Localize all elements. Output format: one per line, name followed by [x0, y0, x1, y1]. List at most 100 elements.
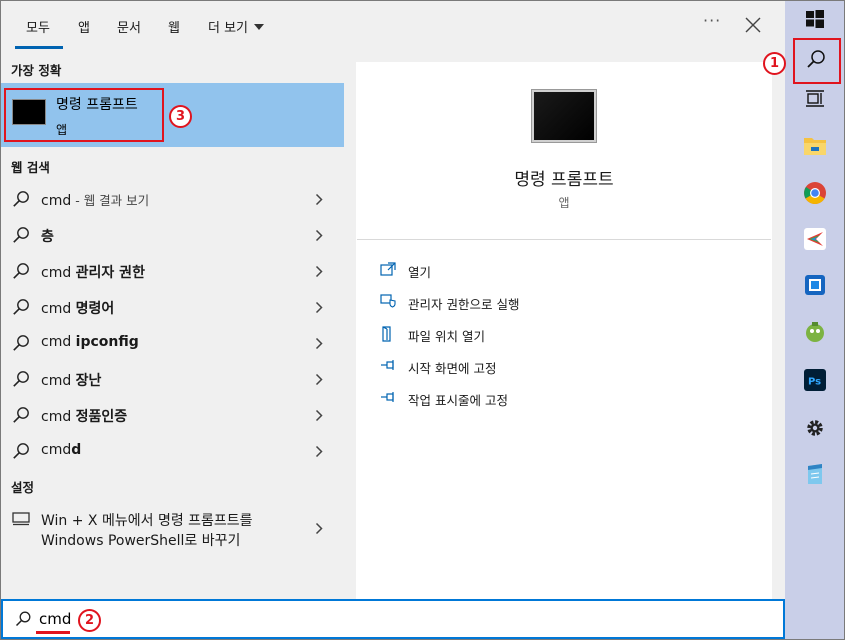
tab-all[interactable]: 모두: [26, 17, 50, 36]
search-icon: [13, 299, 29, 315]
pin-icon: [381, 360, 394, 370]
web-result-prefix: cmd: [41, 409, 76, 425]
action-open-label: 열기: [408, 265, 432, 280]
chevron-right-icon: [315, 522, 323, 535]
settings-header: 설정: [11, 480, 35, 495]
search-box[interactable]: [1, 599, 785, 639]
shield-icon: [380, 294, 396, 308]
settings-item-line2: Windows PowerShell로 바꾸기: [41, 533, 241, 549]
web-result-label: cmd 정품인증: [41, 406, 127, 426]
web-result-prefix: cmd: [41, 373, 76, 389]
tab-web[interactable]: 웹: [168, 17, 180, 36]
web-result-suffix: 층: [41, 229, 54, 245]
settings-item-line1: Win + X 메뉴에서 명령 프롬프트를: [41, 513, 253, 529]
web-result-prefix: cmd: [41, 265, 76, 281]
tab-documents[interactable]: 문서: [117, 17, 141, 36]
file-location-icon: [382, 326, 391, 342]
search-icon: [13, 227, 29, 243]
search-icon: [13, 335, 29, 351]
notepad-icon[interactable]: [804, 462, 826, 486]
web-result-suffix: ipconfig: [75, 334, 139, 350]
web-result-suffix: 관리자 권한: [75, 265, 145, 281]
chrome-icon[interactable]: [803, 181, 827, 205]
chevron-right-icon: [315, 265, 323, 278]
app-icon[interactable]: [803, 227, 827, 251]
app-icon[interactable]: [803, 273, 827, 297]
web-result-item[interactable]: cmd 장난: [1, 361, 344, 397]
best-match-header: 가장 정확: [11, 63, 62, 78]
action-pin-to-start-label: 시작 화면에 고정: [408, 361, 497, 376]
action-run-as-admin-label: 관리자 권한으로 실행: [408, 297, 520, 312]
task-view-icon[interactable]: [805, 89, 825, 109]
annotation-badge-3: 3: [169, 105, 192, 128]
command-prompt-large-icon: [532, 90, 596, 142]
close-icon[interactable]: [743, 15, 763, 35]
web-result-item[interactable]: cmd 관리자 권한: [1, 253, 344, 289]
photoshop-icon[interactable]: Ps: [804, 369, 826, 391]
annotation-underline-2: [36, 631, 70, 634]
web-result-suffix: 장난: [75, 373, 102, 389]
photoshop-label: Ps: [808, 377, 821, 388]
pin-icon: [381, 392, 394, 402]
chevron-right-icon: [315, 301, 323, 314]
preview-subtitle: 앱: [558, 196, 570, 210]
more-options-button[interactable]: ···: [703, 11, 721, 30]
web-result-suffix: - 웹 결과 보기: [71, 193, 150, 208]
search-icon: [13, 371, 29, 387]
chevron-right-icon: [315, 373, 323, 386]
search-icon: [13, 443, 29, 459]
web-result-suffix: 명령어: [75, 301, 115, 317]
settings-gear-icon[interactable]: [805, 418, 825, 438]
web-result-item[interactable]: cmd 명령어: [1, 289, 344, 325]
tab-more-label: 더 보기: [208, 21, 249, 36]
web-result-label: cmd - 웹 결과 보기: [41, 190, 149, 209]
annotation-box-3: [4, 88, 164, 142]
chevron-right-icon: [315, 409, 323, 422]
web-result-prefix: cmd: [41, 442, 72, 458]
web-result-item[interactable]: 층: [1, 217, 344, 253]
chevron-right-icon: [315, 445, 323, 458]
annotation-badge-2: 2: [78, 609, 101, 632]
action-pin-to-taskbar-label: 작업 표시줄에 고정: [408, 393, 508, 408]
annotation-badge-1: 1: [763, 52, 786, 75]
web-result-label: 층: [41, 226, 54, 246]
preview-title: 명령 프롬프트: [514, 170, 614, 190]
preview-divider: [357, 239, 771, 240]
web-result-suffix: 정품인증: [75, 409, 128, 425]
file-explorer-icon[interactable]: [803, 135, 827, 157]
web-result-label: cmd 관리자 권한: [41, 262, 145, 282]
web-result-item[interactable]: cmd - 웹 결과 보기: [1, 181, 344, 217]
monitor-icon: [12, 512, 30, 526]
annotation-box-1: [793, 38, 841, 84]
filter-tab-bar: 모두 앱 문서 웹 더 보기 ···: [1, 1, 785, 51]
chevron-right-icon: [315, 229, 323, 242]
chevron-down-icon: [254, 24, 265, 30]
chevron-right-icon: [315, 337, 323, 350]
web-result-label: cmd 장난: [41, 370, 101, 390]
search-icon: [15, 611, 31, 627]
web-result-item[interactable]: cmd 정품인증: [1, 397, 344, 433]
settings-item[interactable]: Win + X 메뉴에서 명령 프롬프트를 Windows PowerShell…: [1, 504, 344, 556]
active-tab-indicator: [15, 46, 63, 49]
web-result-label: cmd ipconfig: [41, 334, 139, 350]
windows-start-icon[interactable]: [806, 10, 824, 28]
web-result-item[interactable]: cmd ipconfig: [1, 325, 344, 361]
web-result-prefix: cmd: [41, 334, 76, 350]
chevron-right-icon: [315, 193, 323, 206]
search-input[interactable]: cmd: [39, 610, 71, 628]
tab-more[interactable]: 더 보기: [208, 17, 265, 36]
web-result-item[interactable]: cmdd: [1, 433, 344, 469]
action-open-file-location-label: 파일 위치 열기: [408, 329, 485, 344]
open-icon: [380, 262, 396, 276]
search-icon: [13, 263, 29, 279]
app-icon[interactable]: [803, 320, 827, 344]
search-icon: [13, 407, 29, 423]
web-result-label: cmdd: [41, 442, 81, 458]
web-result-label: cmd 명령어: [41, 298, 114, 318]
search-icon: [13, 191, 29, 207]
web-result-suffix: d: [71, 442, 82, 458]
web-search-header: 웹 검색: [11, 160, 50, 175]
web-result-prefix: cmd: [41, 193, 72, 209]
tab-apps[interactable]: 앱: [78, 17, 90, 36]
web-result-prefix: cmd: [41, 301, 76, 317]
